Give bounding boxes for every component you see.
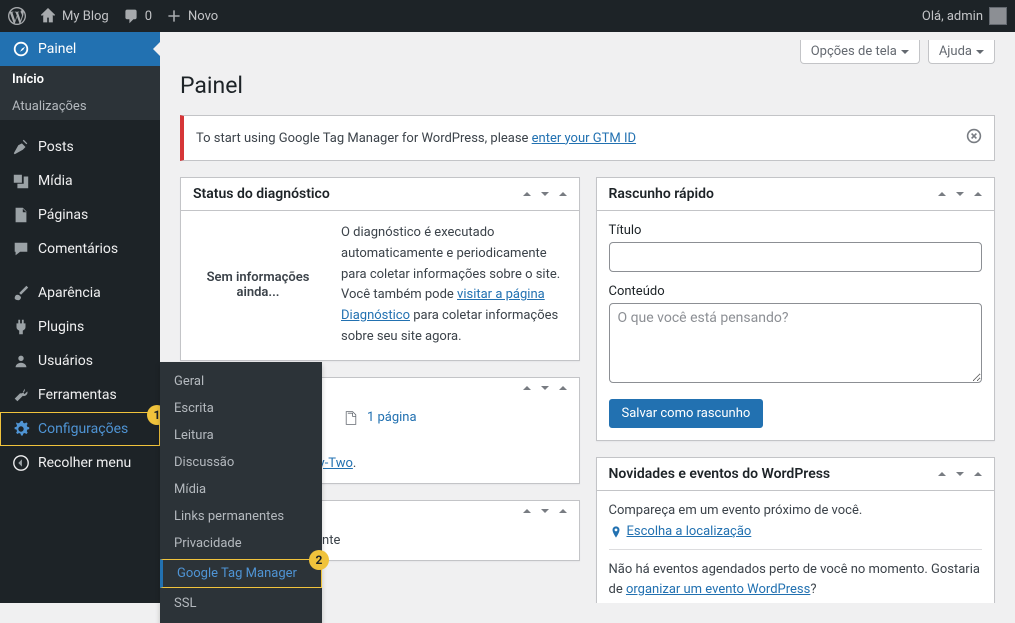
gtm-notice: To start using Google Tag Manager for Wo… bbox=[180, 115, 995, 161]
menu-appearance[interactable]: Aparência bbox=[0, 276, 160, 310]
settings-flyout: Geral Escrita Leitura Discussão Mídia Li… bbox=[160, 362, 322, 623]
pin-icon bbox=[12, 138, 30, 156]
greeting: Olá, admin bbox=[922, 9, 983, 24]
flyout-gtm[interactable]: Google Tag Manager 2 bbox=[160, 559, 322, 588]
menu-users[interactable]: Usuários bbox=[0, 344, 160, 378]
page-icon bbox=[343, 410, 359, 426]
help-tab[interactable]: Ajuda bbox=[928, 40, 995, 64]
quickdraft-box: Rascunho rápido Título Conteúdo Salvar c… bbox=[596, 177, 996, 441]
home-icon bbox=[40, 8, 56, 24]
menu-pages[interactable]: Páginas bbox=[0, 198, 160, 232]
menu-comments[interactable]: Comentários bbox=[0, 232, 160, 266]
move-down-icon[interactable] bbox=[956, 192, 964, 196]
comments-link[interactable]: 0 bbox=[123, 8, 152, 24]
plus-icon bbox=[166, 8, 182, 24]
page-icon bbox=[12, 206, 30, 224]
menu-posts[interactable]: Posts bbox=[0, 130, 160, 164]
events-box: Novidades e eventos do WordPress Compare… bbox=[596, 457, 996, 603]
health-desc: O diagnóstico é executado automaticament… bbox=[341, 223, 567, 348]
flyout-privacy[interactable]: Privacidade bbox=[160, 530, 322, 557]
flyout-media[interactable]: Mídia bbox=[160, 476, 322, 503]
menu-settings[interactable]: Configurações 1 bbox=[0, 412, 160, 446]
move-down-icon[interactable] bbox=[541, 386, 549, 390]
save-draft-button[interactable]: Salvar como rascunho bbox=[609, 399, 764, 428]
site-name[interactable]: My Blog bbox=[40, 8, 109, 24]
plugin-icon bbox=[12, 318, 30, 336]
toggle-icon[interactable] bbox=[974, 192, 982, 196]
new-label: Novo bbox=[188, 9, 218, 24]
comments-icon bbox=[12, 240, 30, 258]
menu-tools[interactable]: Ferramentas bbox=[0, 378, 160, 412]
health-title: Status do diagnóstico bbox=[193, 186, 330, 202]
flyout-general[interactable]: Geral bbox=[160, 368, 322, 395]
health-noinfo: Sem informações ainda... bbox=[193, 223, 323, 348]
organize-event-link[interactable]: organizar um evento WordPress bbox=[626, 582, 810, 597]
no-events-text: Não há eventos agendados perto de você n… bbox=[609, 549, 983, 599]
content-textarea[interactable] bbox=[609, 303, 983, 383]
submenu-home[interactable]: Início bbox=[0, 66, 160, 93]
wp-logo[interactable] bbox=[8, 7, 26, 25]
move-up-icon[interactable] bbox=[938, 192, 946, 196]
callout-2: 2 bbox=[309, 550, 329, 570]
my-account[interactable]: Olá, admin bbox=[922, 7, 1007, 25]
events-title: Novidades e eventos do WordPress bbox=[609, 466, 831, 482]
flyout-ssl[interactable]: SSL bbox=[160, 590, 322, 617]
toggle-icon[interactable] bbox=[559, 192, 567, 196]
move-down-icon[interactable] bbox=[541, 192, 549, 196]
avatar bbox=[989, 7, 1007, 25]
move-up-icon[interactable] bbox=[523, 192, 531, 196]
comment-icon bbox=[123, 8, 139, 24]
chevron-down-icon bbox=[976, 50, 984, 54]
menu-collapse[interactable]: Recolher menu bbox=[0, 446, 160, 480]
move-down-icon[interactable] bbox=[956, 472, 964, 476]
dismiss-icon[interactable] bbox=[966, 128, 982, 148]
chevron-down-icon bbox=[901, 50, 909, 54]
admin-bar: My Blog 0 Novo Olá, admin bbox=[0, 0, 1015, 32]
move-up-icon[interactable] bbox=[523, 509, 531, 513]
toggle-icon[interactable] bbox=[559, 386, 567, 390]
move-up-icon[interactable] bbox=[523, 386, 531, 390]
gtm-link[interactable]: enter your GTM ID bbox=[532, 131, 636, 146]
quickdraft-title: Rascunho rápido bbox=[609, 186, 714, 202]
content-label: Conteúdo bbox=[609, 284, 983, 299]
title-input[interactable] bbox=[609, 242, 983, 272]
brush-icon bbox=[12, 284, 30, 302]
new-content[interactable]: Novo bbox=[166, 8, 218, 24]
flyout-writing[interactable]: Escrita bbox=[160, 395, 322, 422]
flyout-reading[interactable]: Leitura bbox=[160, 422, 322, 449]
collapse-icon bbox=[12, 454, 30, 472]
move-down-icon[interactable] bbox=[541, 509, 549, 513]
flyout-discussion[interactable]: Discussão bbox=[160, 449, 322, 476]
health-box: Status do diagnóstico Sem informações ai… bbox=[180, 177, 580, 361]
toggle-icon[interactable] bbox=[559, 509, 567, 513]
site-name-text: My Blog bbox=[62, 9, 109, 24]
menu-dashboard[interactable]: Painel bbox=[0, 32, 160, 66]
user-icon bbox=[12, 352, 30, 370]
menu-plugins[interactable]: Plugins bbox=[0, 310, 160, 344]
page-title: Painel bbox=[180, 64, 995, 115]
dashboard-submenu: Início Atualizações bbox=[0, 66, 160, 120]
wrench-icon bbox=[12, 386, 30, 404]
menu-media[interactable]: Mídia bbox=[0, 164, 160, 198]
comments-count: 0 bbox=[145, 9, 152, 24]
choose-location-link[interactable]: Escolha a localização bbox=[609, 524, 983, 539]
toggle-icon[interactable] bbox=[974, 472, 982, 476]
location-icon bbox=[609, 525, 623, 539]
settings-icon bbox=[12, 420, 30, 438]
admin-sidebar: Painel Início Atualizações Posts Mídia P… bbox=[0, 32, 160, 603]
dashboard-icon bbox=[12, 40, 30, 58]
title-label: Título bbox=[609, 223, 983, 238]
media-icon bbox=[12, 172, 30, 190]
submenu-updates[interactable]: Atualizações bbox=[0, 93, 160, 120]
events-attend: Compareça em um evento próximo de você. bbox=[609, 503, 983, 518]
flyout-permalinks[interactable]: Links permanentes bbox=[160, 503, 322, 530]
screen-options-tab[interactable]: Opções de tela bbox=[800, 40, 920, 64]
move-up-icon[interactable] bbox=[938, 472, 946, 476]
